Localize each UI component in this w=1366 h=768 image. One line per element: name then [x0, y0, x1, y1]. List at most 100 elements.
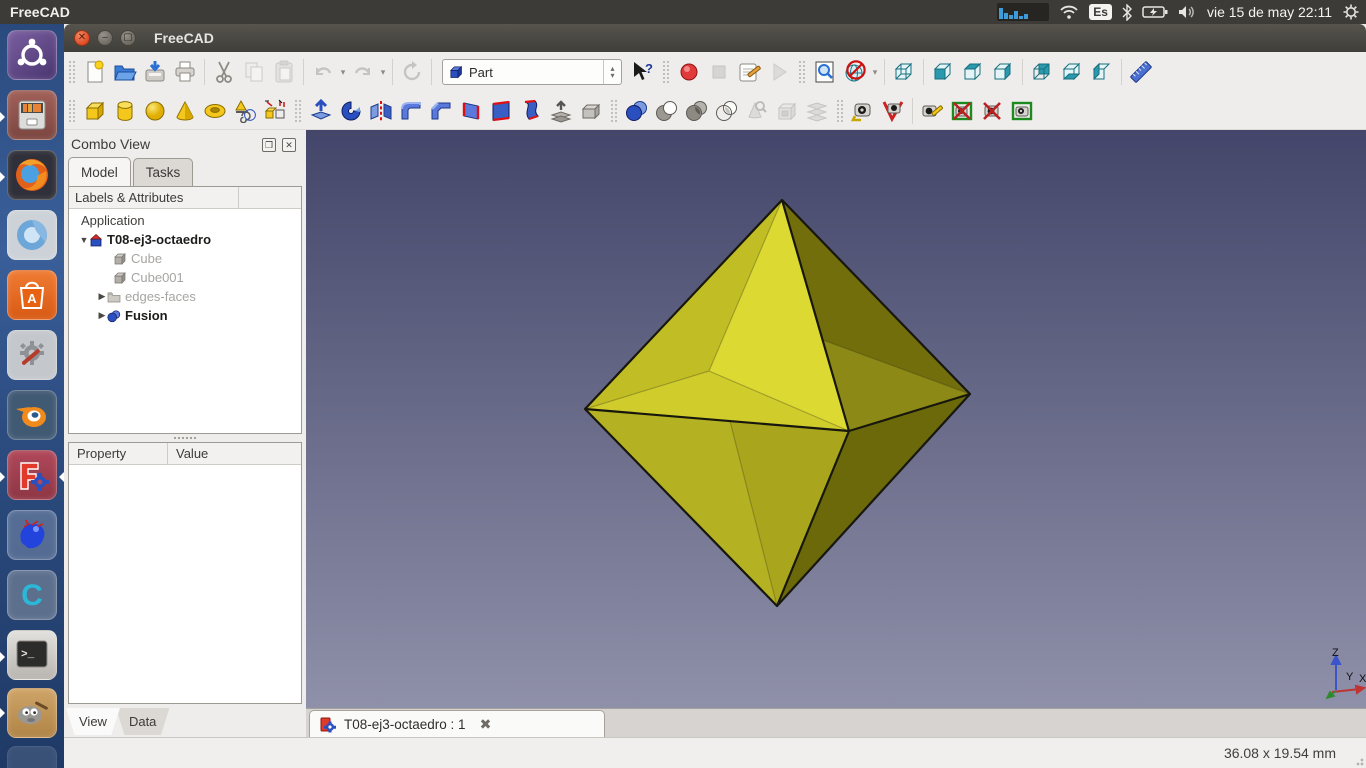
view-front-button[interactable]: [928, 56, 958, 88]
toolbar-handle[interactable]: [69, 100, 75, 122]
panel-float-button[interactable]: ❐: [262, 138, 276, 152]
part-cylinder-button[interactable]: [110, 95, 140, 127]
launcher-item-meshlab[interactable]: [7, 510, 57, 560]
part-mirror-button[interactable]: [366, 95, 396, 127]
macro-stop-button[interactable]: [704, 56, 734, 88]
redo-button[interactable]: [348, 56, 378, 88]
launcher-item-software-center[interactable]: A: [7, 270, 57, 320]
part-extrude-button[interactable]: [306, 95, 336, 127]
fit-all-button[interactable]: [810, 56, 840, 88]
launcher-item-system-settings[interactable]: [7, 330, 57, 380]
document-tab-close-icon[interactable]: ✖: [480, 716, 492, 733]
toolbar-handle[interactable]: [295, 100, 301, 122]
macro-record-button[interactable]: [674, 56, 704, 88]
whats-this-button[interactable]: ?: [628, 56, 658, 88]
boolean-union-button[interactable]: [622, 95, 652, 127]
part-fillet-button[interactable]: [396, 95, 426, 127]
paste-button[interactable]: [269, 56, 299, 88]
measure-angular-button[interactable]: [878, 95, 908, 127]
undo-button[interactable]: [308, 56, 338, 88]
keyboard-layout-indicator[interactable]: Es: [1089, 4, 1112, 20]
launcher-item-firefox[interactable]: [7, 150, 57, 200]
resize-grip[interactable]: [1352, 754, 1364, 766]
part-revolve-button[interactable]: [336, 95, 366, 127]
measure-toggle-3d-button[interactable]: [1007, 95, 1037, 127]
window-titlebar[interactable]: ✕ – ▢ FreeCAD: [64, 24, 1366, 52]
octahedron-model[interactable]: Z Y X: [306, 130, 1366, 708]
part-make-face-button[interactable]: [456, 95, 486, 127]
tab-view[interactable]: View: [66, 708, 120, 735]
tab-data[interactable]: Data: [116, 708, 169, 735]
measure-linear-button[interactable]: [848, 95, 878, 127]
launcher-item-freecad[interactable]: [7, 450, 57, 500]
launcher-item-chromium[interactable]: [7, 210, 57, 260]
part-primitives-button[interactable]: [230, 95, 260, 127]
property-column-header[interactable]: Property: [69, 443, 168, 464]
launcher-item-terminal[interactable]: >_: [7, 630, 57, 680]
view-left-button[interactable]: [1087, 56, 1117, 88]
print-button[interactable]: [170, 56, 200, 88]
new-document-button[interactable]: [80, 56, 110, 88]
window-minimize-button[interactable]: –: [97, 30, 113, 46]
tab-model[interactable]: Model: [68, 157, 131, 186]
clock[interactable]: vie 15 de may 22:11: [1207, 4, 1332, 20]
redo-dropdown-caret[interactable]: ▾: [378, 56, 388, 88]
view-right-button[interactable]: [988, 56, 1018, 88]
view-axonometric-button[interactable]: [889, 56, 919, 88]
part-offset-button[interactable]: [546, 95, 576, 127]
view-bottom-button[interactable]: [1057, 56, 1087, 88]
workbench-selector[interactable]: Part ▴▾: [442, 59, 622, 85]
defeaturing-button[interactable]: [772, 95, 802, 127]
window-close-button[interactable]: ✕: [74, 30, 90, 46]
boolean-intersection-button[interactable]: [682, 95, 712, 127]
measure-refresh-button[interactable]: [917, 95, 947, 127]
tree-item-fusion[interactable]: ▶ Fusion: [69, 306, 301, 325]
tree-item-edges-faces[interactable]: ▶ edges-faces: [69, 287, 301, 306]
part-thickness-button[interactable]: [576, 95, 606, 127]
tab-tasks[interactable]: Tasks: [133, 158, 194, 186]
part-sphere-button[interactable]: [140, 95, 170, 127]
launcher-item-files[interactable]: [7, 90, 57, 140]
draw-style-button[interactable]: [840, 56, 870, 88]
check-geometry-button[interactable]: [742, 95, 772, 127]
tree-item-cube[interactable]: Cube: [69, 249, 301, 268]
expander-down-icon[interactable]: ▼: [79, 235, 89, 245]
toolbar-handle[interactable]: [837, 100, 843, 122]
part-loft-button[interactable]: [516, 95, 546, 127]
cut-button[interactable]: [209, 56, 239, 88]
window-maximize-button[interactable]: ▢: [120, 30, 136, 46]
open-folder-button[interactable]: [110, 56, 140, 88]
part-box-button[interactable]: [80, 95, 110, 127]
boolean-xor-button[interactable]: [712, 95, 742, 127]
measure-clear-all-button[interactable]: [947, 95, 977, 127]
document-tab[interactable]: T08-ej3-octaedro : 1 ✖: [309, 710, 605, 738]
bluetooth-icon[interactable]: [1122, 4, 1132, 21]
draw-style-dropdown-caret[interactable]: ▾: [870, 56, 880, 88]
view-top-button[interactable]: [958, 56, 988, 88]
toolbar-handle[interactable]: [69, 61, 75, 83]
launcher-item-dash[interactable]: [7, 30, 57, 80]
value-column-header[interactable]: Value: [168, 443, 208, 464]
launcher-item-folded[interactable]: [7, 746, 57, 768]
tree-item-cube001[interactable]: Cube001: [69, 268, 301, 287]
copy-button[interactable]: [239, 56, 269, 88]
launcher-item-c-app[interactable]: C: [7, 570, 57, 620]
launcher-item-gimp[interactable]: [7, 688, 57, 738]
undo-dropdown-caret[interactable]: ▾: [338, 56, 348, 88]
part-chamfer-button[interactable]: [426, 95, 456, 127]
measure-distance-button[interactable]: [1126, 56, 1156, 88]
cross-sections-button[interactable]: [802, 95, 832, 127]
session-gear-icon[interactable]: [1342, 3, 1360, 21]
system-monitor-icon[interactable]: [997, 3, 1049, 21]
part-torus-button[interactable]: [200, 95, 230, 127]
part-ruled-surface-button[interactable]: [486, 95, 516, 127]
toolbar-handle[interactable]: [663, 61, 669, 83]
expander-right-icon[interactable]: ▶: [97, 310, 107, 321]
macro-edit-button[interactable]: [734, 56, 764, 88]
measure-toggle-all-button[interactable]: [977, 95, 1007, 127]
expander-right-icon[interactable]: ▶: [97, 291, 107, 302]
panel-close-button[interactable]: ✕: [282, 138, 296, 152]
panel-splitter[interactable]: [68, 435, 302, 441]
boolean-cut-button[interactable]: [652, 95, 682, 127]
workbench-selector-spinner[interactable]: ▴▾: [603, 60, 621, 84]
